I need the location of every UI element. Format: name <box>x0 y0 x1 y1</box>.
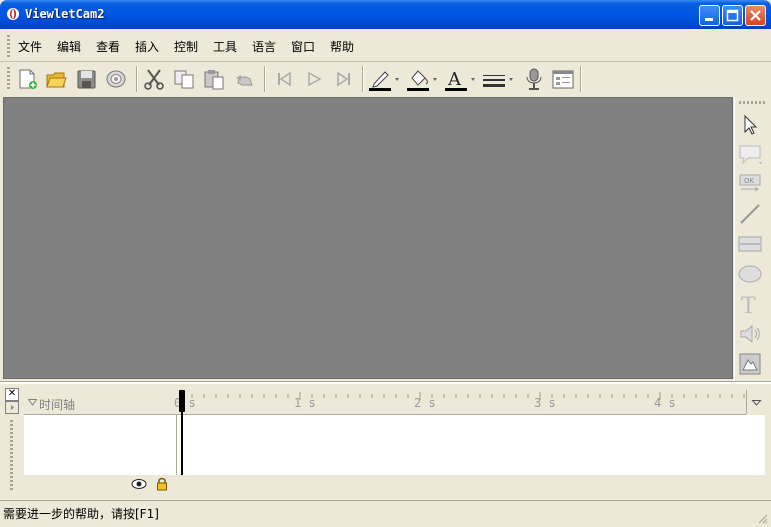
rectangle-icon[interactable] <box>738 232 762 256</box>
copy-icon[interactable] <box>172 66 196 92</box>
toolbar-grip[interactable] <box>7 67 10 91</box>
app-window: ViewletCam2 文件 编辑 查看 插入 控制 工具 语言 窗口 帮助 A… <box>0 0 771 526</box>
recording-canvas[interactable] <box>3 97 733 379</box>
close-icon <box>750 10 761 21</box>
open-folder-icon[interactable] <box>44 66 68 92</box>
toolbar-separator <box>362 66 364 92</box>
timeline-layer-list[interactable] <box>24 415 177 475</box>
menu-edit[interactable]: 编辑 <box>57 38 81 55</box>
toolbar-separator <box>264 66 266 92</box>
callout-icon[interactable] <box>738 142 762 166</box>
line-icon[interactable] <box>738 202 762 226</box>
triangle-down-icon[interactable] <box>28 399 37 406</box>
menu-file[interactable]: 文件 <box>18 38 42 55</box>
palette-grip[interactable] <box>739 101 765 104</box>
record-icon[interactable] <box>104 66 128 92</box>
window-title: ViewletCam2 <box>25 7 105 21</box>
fill-color-icon[interactable] <box>406 66 440 92</box>
ellipse-icon[interactable] <box>738 262 762 286</box>
timeline-dropdown-button[interactable] <box>746 390 767 414</box>
title-bar[interactable] <box>0 0 771 29</box>
lock-icon[interactable] <box>155 476 169 491</box>
close-button[interactable] <box>745 5 766 26</box>
first-frame-icon[interactable] <box>272 66 296 92</box>
viewletcam-app-icon <box>7 8 19 20</box>
undo-icon[interactable] <box>232 66 256 92</box>
maximize-icon <box>726 9 739 22</box>
font-color-icon[interactable]: A <box>444 66 478 92</box>
triangle-down-icon <box>751 400 762 406</box>
ruler-label: 1 s <box>294 396 316 410</box>
svg-text:OK: OK <box>744 177 755 185</box>
save-icon[interactable] <box>74 66 98 92</box>
resize-grip-icon[interactable] <box>756 512 768 524</box>
image-icon[interactable] <box>738 352 762 376</box>
timeline-grip[interactable] <box>10 420 13 490</box>
menu-insert[interactable]: 插入 <box>135 38 159 55</box>
cut-icon[interactable] <box>142 66 166 92</box>
close-icon: ✕ <box>7 388 17 399</box>
properties-icon[interactable] <box>551 66 575 92</box>
playhead-line[interactable] <box>181 400 183 475</box>
text-icon[interactable]: T <box>738 292 762 316</box>
menu-view[interactable]: 查看 <box>96 38 120 55</box>
menu-control[interactable]: 控制 <box>174 38 198 55</box>
timeline-dock-button[interactable] <box>5 401 19 414</box>
new-file-icon[interactable] <box>15 66 39 92</box>
ruler-label: 4 s <box>654 396 676 410</box>
minimize-button[interactable] <box>699 5 720 26</box>
timeline-track-area[interactable] <box>177 415 765 475</box>
arrow-right-icon <box>11 405 14 410</box>
button-icon[interactable]: OK <box>738 172 762 196</box>
toolbar-separator <box>580 66 582 92</box>
microphone-icon[interactable] <box>522 66 546 92</box>
svg-text:A: A <box>447 69 462 90</box>
line-color-icon[interactable] <box>368 66 402 92</box>
status-text: 需要进一步的帮助，请按[F1] <box>3 507 159 521</box>
ruler-label: 2 s <box>414 396 436 410</box>
minimize-icon <box>705 18 713 21</box>
svg-text:T: T <box>741 294 756 316</box>
line-style-icon[interactable] <box>482 66 516 92</box>
last-frame-icon[interactable] <box>332 66 356 92</box>
menu-window[interactable]: 窗口 <box>291 38 315 55</box>
eye-icon[interactable] <box>131 477 147 491</box>
timeline-close-button[interactable]: ✕ <box>5 388 19 401</box>
sound-icon[interactable] <box>738 322 762 346</box>
timeline-label: 时间轴 <box>39 398 76 412</box>
toolbar-separator <box>136 66 138 92</box>
menu-help[interactable]: 帮助 <box>330 38 354 55</box>
paste-icon[interactable] <box>202 66 226 92</box>
ruler-label: 3 s <box>534 396 556 410</box>
timeline-splitter[interactable] <box>0 381 771 384</box>
menu-tools[interactable]: 工具 <box>213 38 237 55</box>
pointer-icon[interactable] <box>738 113 762 137</box>
menu-language[interactable]: 语言 <box>252 38 276 55</box>
maximize-button[interactable] <box>722 5 743 26</box>
play-icon[interactable] <box>302 66 326 92</box>
menu-grip[interactable] <box>7 35 10 57</box>
